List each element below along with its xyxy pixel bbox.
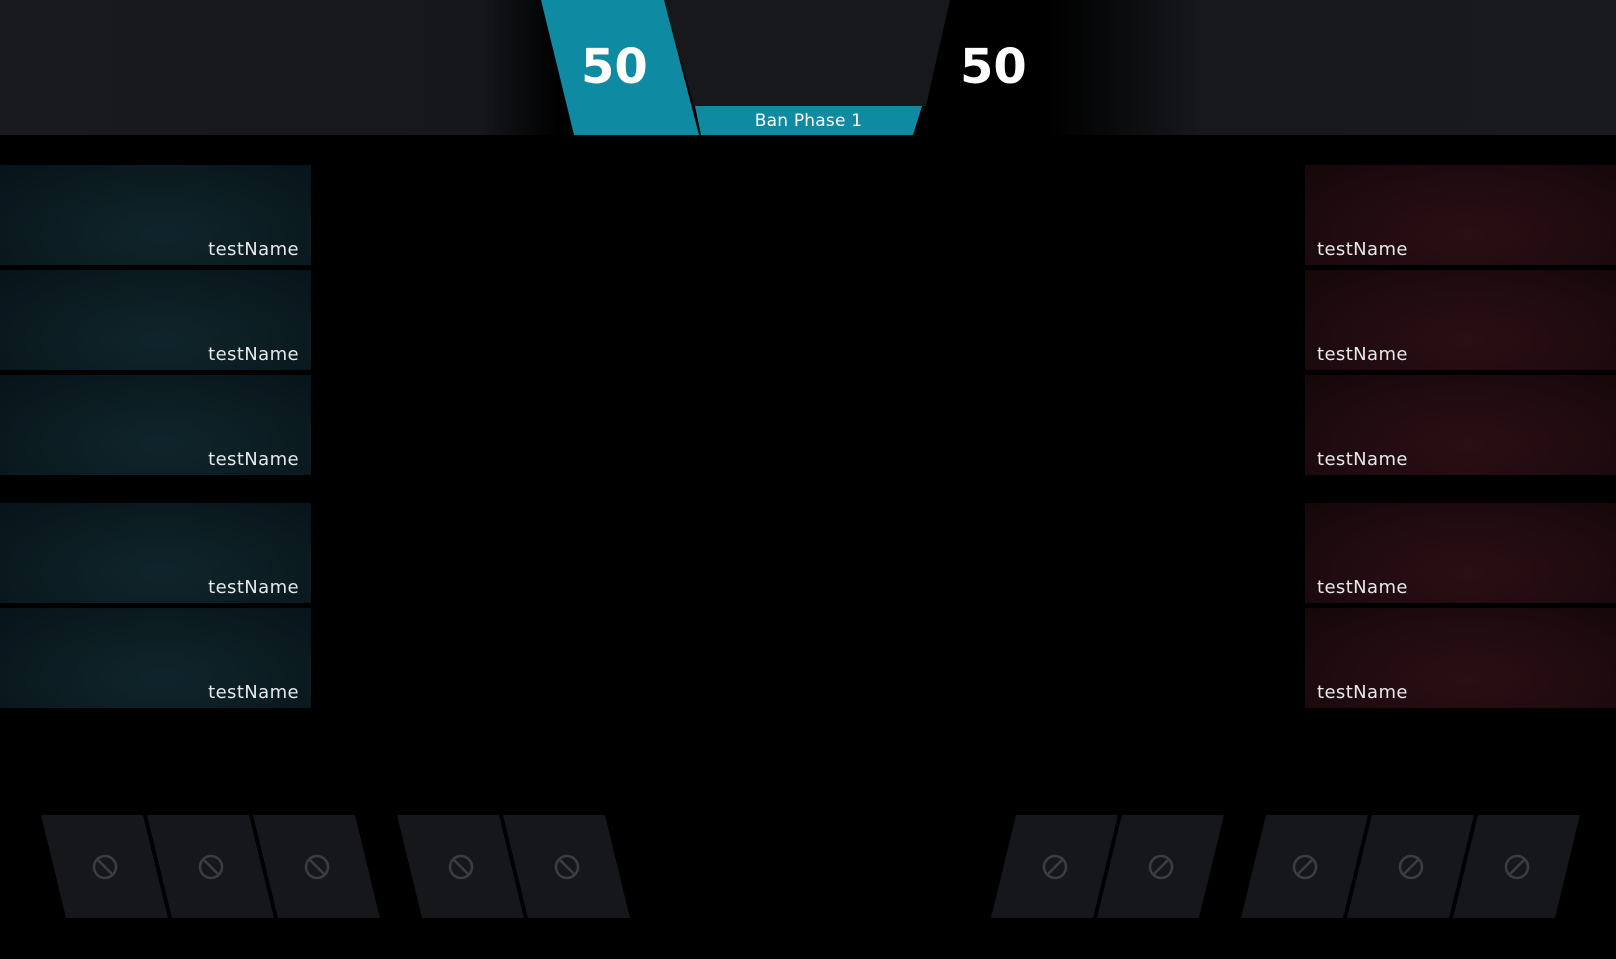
scoreboard-center-panel bbox=[664, 0, 950, 106]
player-name: testName bbox=[1317, 682, 1408, 703]
ban-icon bbox=[1042, 854, 1067, 879]
player-name: testName bbox=[208, 239, 299, 260]
ban-icon bbox=[448, 854, 473, 879]
phase-label: Ban Phase 1 bbox=[695, 106, 922, 135]
left-ban-slot-4 bbox=[397, 815, 524, 918]
right-ban-slot-5 bbox=[1453, 815, 1580, 918]
ban-icon bbox=[1148, 854, 1173, 879]
left-ban-slot-3 bbox=[253, 815, 380, 918]
left-player-card-2: testName bbox=[0, 270, 311, 370]
right-player-card-2: testName bbox=[1305, 270, 1616, 370]
ban-icon bbox=[1398, 854, 1423, 879]
player-name: testName bbox=[208, 682, 299, 703]
ban-icon bbox=[1504, 854, 1529, 879]
ban-icon bbox=[1292, 854, 1317, 879]
right-ban-slot-4 bbox=[1347, 815, 1474, 918]
left-player-card-4: testName bbox=[0, 503, 311, 603]
left-ban-slot-1 bbox=[41, 815, 168, 918]
right-player-card-4: testName bbox=[1305, 503, 1616, 603]
player-name: testName bbox=[208, 577, 299, 598]
right-ban-slot-2 bbox=[1097, 815, 1224, 918]
right-player-card-5: testName bbox=[1305, 608, 1616, 708]
left-ban-slot-5 bbox=[503, 815, 630, 918]
ban-icon bbox=[554, 854, 579, 879]
player-name: testName bbox=[1317, 239, 1408, 260]
player-name: testName bbox=[1317, 449, 1408, 470]
left-team-score: 50 bbox=[581, 39, 648, 95]
right-team-score: 50 bbox=[960, 39, 1027, 95]
right-player-card-3: testName bbox=[1305, 375, 1616, 475]
left-ban-slot-2 bbox=[147, 815, 274, 918]
player-name: testName bbox=[1317, 577, 1408, 598]
right-ban-slot-3 bbox=[1241, 815, 1368, 918]
player-name: testName bbox=[1317, 344, 1408, 365]
right-ban-slot-1 bbox=[991, 815, 1118, 918]
player-name: testName bbox=[208, 344, 299, 365]
ban-icon bbox=[304, 854, 329, 879]
left-player-card-1: testName bbox=[0, 165, 311, 265]
ban-icon bbox=[198, 854, 223, 879]
ban-icon bbox=[92, 854, 117, 879]
left-player-card-5: testName bbox=[0, 608, 311, 708]
left-player-card-3: testName bbox=[0, 375, 311, 475]
right-player-card-1: testName bbox=[1305, 165, 1616, 265]
player-name: testName bbox=[208, 449, 299, 470]
